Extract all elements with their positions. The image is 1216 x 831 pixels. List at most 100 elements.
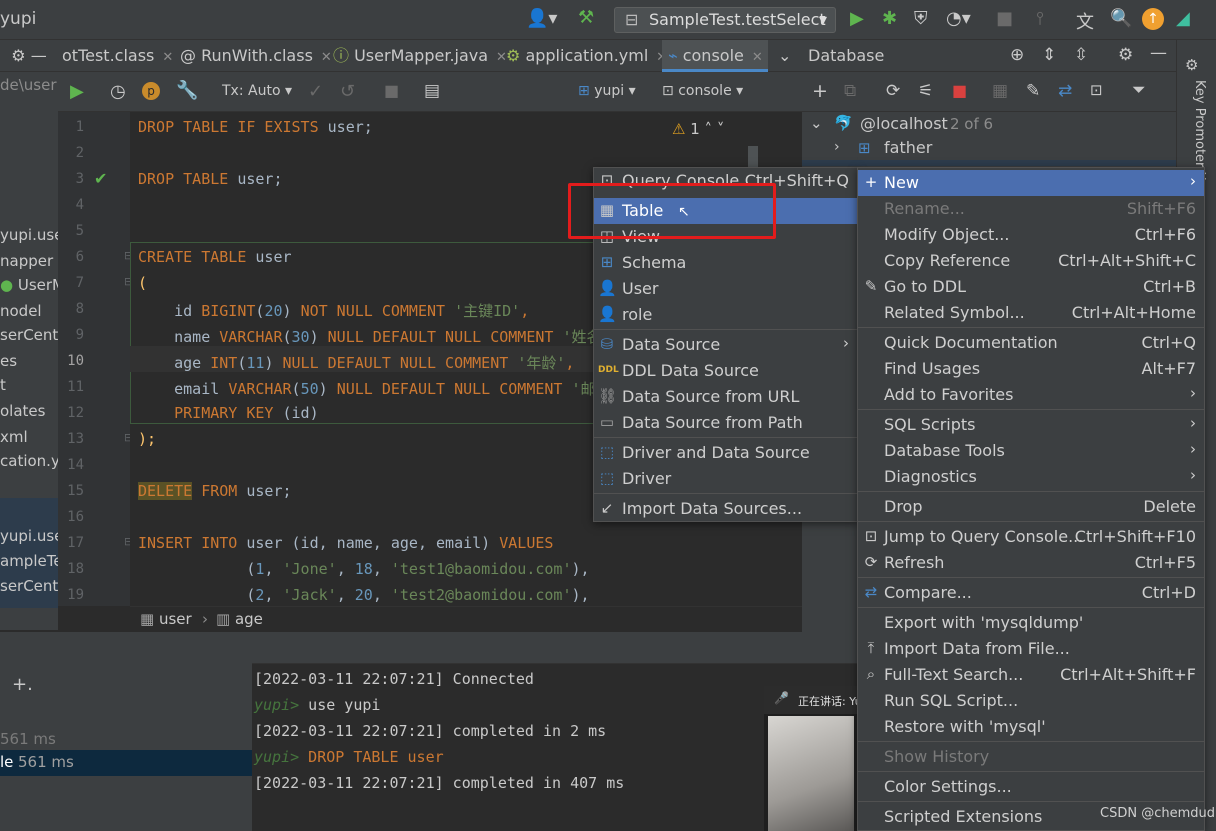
edit-icon[interactable]: ✎ <box>1026 81 1040 101</box>
coverage-icon[interactable]: ⛨ <box>914 8 928 29</box>
project-tree-item[interactable]: cation.y <box>0 452 58 470</box>
compare-icon[interactable]: ⇄ <box>1058 81 1072 101</box>
warnings-indicator[interactable]: ⚠ 1 ˄ ˅ <box>672 120 724 138</box>
menu-item-quick-documentation[interactable]: Quick Documentation Ctrl+Q <box>858 330 1204 356</box>
gear-icon[interactable]: ⚙ <box>1118 45 1133 65</box>
project-tree-item[interactable]: yupi.use <box>0 226 58 244</box>
table-icon[interactable]: ▦ <box>992 81 1008 101</box>
update-icon[interactable]: ↑ <box>1142 8 1164 30</box>
menu-item-modify-object[interactable]: Modify Object... Ctrl+F6 <box>858 222 1204 248</box>
schema-item-father[interactable]: father <box>884 138 932 157</box>
filter-icon[interactable]: ⏷ <box>1132 80 1146 100</box>
copy-icon[interactable]: ⧉ <box>844 81 856 101</box>
menu-item-new[interactable]: + New › <box>858 170 1204 196</box>
menu-item-compare[interactable]: ⇄ Compare... Ctrl+D <box>858 580 1204 606</box>
menu-item-jump-to-query-console[interactable]: ⊡ Jump to Query Console... Ctrl+Shift+F10 <box>858 524 1204 550</box>
collapse-all-icon[interactable]: ⇳ <box>1074 45 1088 65</box>
expand-arrow-icon[interactable]: ⌄ <box>810 114 823 132</box>
plugin-icon[interactable]: ◢ <box>1176 8 1190 29</box>
menu-item-schema[interactable]: ⊞ Schema <box>594 250 857 276</box>
menu-item-database-tools[interactable]: Database Tools › <box>858 438 1204 464</box>
project-tree-item[interactable]: yupi.use <box>0 527 58 545</box>
menu-item-driver-data-source[interactable]: ⬚ Driver and Data Source <box>594 440 857 466</box>
settings-gear-icon[interactable]: ⚙ — <box>0 40 58 72</box>
tabs-overflow-chevron-icon[interactable]: ⌄ <box>778 40 791 72</box>
menu-item-related-symbol[interactable]: Related Symbol... Ctrl+Alt+Home <box>858 300 1204 326</box>
debug-icon[interactable]: ✱ <box>882 8 897 29</box>
expand-all-icon[interactable]: ⇕ <box>1042 45 1056 65</box>
translate-icon[interactable]: 文 <box>1076 8 1094 34</box>
project-tree-item[interactable]: nodel <box>0 302 42 320</box>
add-service-icon[interactable]: +. <box>12 674 33 695</box>
menu-item-refresh[interactable]: ⟳ Refresh Ctrl+F5 <box>858 550 1204 576</box>
menu-item-export-mysqldump[interactable]: Export with 'mysqldump' <box>858 610 1204 636</box>
commit-check-icon[interactable]: ✓ <box>308 81 323 102</box>
wrench-icon[interactable]: 🔧 <box>176 80 198 101</box>
tab-console[interactable]: ⌁ console ✕ <box>662 40 768 72</box>
pin-p-icon[interactable]: p <box>142 82 160 100</box>
session-select[interactable]: ⊡ console ▾ <box>662 83 743 99</box>
breadcrumb-item[interactable]: ▦ user <box>140 610 192 628</box>
rollback-icon[interactable]: ↺ <box>340 81 355 102</box>
menu-item-drop[interactable]: Drop Delete <box>858 494 1204 520</box>
table-view-icon[interactable]: ▤ <box>424 81 440 101</box>
menu-item-go-to-ddl[interactable]: ✎ Go to DDL Ctrl+B <box>858 274 1204 300</box>
editor-scrollbar[interactable] <box>748 146 758 168</box>
menu-item-ddl-data-source[interactable]: DDL DDL Data Source <box>594 358 857 384</box>
breadcrumb-item[interactable]: ▥ age <box>216 610 263 628</box>
vcs-icon[interactable]: ⫯ <box>1036 8 1044 29</box>
menu-item-diagnostics[interactable]: Diagnostics › <box>858 464 1204 490</box>
service-row-selected[interactable]: le 561 ms <box>0 750 252 776</box>
menu-item-data-source-path[interactable]: ▭ Data Source from Path <box>594 410 857 436</box>
execute-icon[interactable]: ▶ <box>70 81 84 102</box>
expand-arrow-icon[interactable]: › <box>834 139 840 155</box>
menu-item-full-text-search[interactable]: ⌕ Full-Text Search... Ctrl+Alt+Shift+F <box>858 662 1204 688</box>
menu-item-show-history[interactable]: Show History <box>858 744 1204 770</box>
tab-ottest[interactable]: otTest.class ✕ <box>62 40 173 72</box>
project-tree-item[interactable]: ampleTe <box>0 552 58 570</box>
project-tree-item[interactable]: serCent <box>0 577 58 595</box>
refresh-icon[interactable]: ⟳ <box>886 81 900 101</box>
menu-item-data-source-url[interactable]: ⛓ Data Source from URL <box>594 384 857 410</box>
menu-item-copy-reference[interactable]: Copy Reference Ctrl+Alt+Shift+C <box>858 248 1204 274</box>
menu-item-restore-mysql[interactable]: Restore with 'mysql' <box>858 714 1204 740</box>
build-hammer-icon[interactable]: ⚒ <box>578 7 594 28</box>
menu-item-user[interactable]: 👤 User <box>594 276 857 302</box>
locate-icon[interactable]: ⊕ <box>1010 45 1024 65</box>
project-tree-item[interactable]: es <box>0 352 17 370</box>
menu-item-sql-scripts[interactable]: SQL Scripts › <box>858 412 1204 438</box>
profile-icon[interactable]: ◔▾ <box>946 8 971 29</box>
disconnect-icon[interactable]: ■ <box>952 81 967 100</box>
close-icon[interactable]: ✕ <box>162 50 173 65</box>
add-icon[interactable]: + <box>812 80 828 102</box>
menu-item-import-data-sources[interactable]: ↙ Import Data Sources... <box>594 496 857 522</box>
run-icon[interactable]: ▶ <box>850 8 864 29</box>
menu-item-import-data[interactable]: ⤒ Import Data from File... <box>858 636 1204 662</box>
close-icon[interactable]: ✕ <box>752 50 763 65</box>
tab-runwith[interactable]: @ RunWith.class ✕ <box>180 40 332 72</box>
close-icon[interactable]: ✕ <box>321 50 332 65</box>
stop-icon[interactable]: ■ <box>996 8 1013 29</box>
schema-sync-icon[interactable]: ⚟ <box>918 81 933 101</box>
project-tree-item[interactable]: t <box>0 376 6 394</box>
project-tree-item[interactable]: ● UserM <box>0 276 58 294</box>
menu-item-data-source[interactable]: ⛁ Data Source › <box>594 332 857 358</box>
datasource-name[interactable]: @localhost <box>860 114 948 133</box>
menu-item-run-sql-script[interactable]: Run SQL Script... <box>858 688 1204 714</box>
menu-item-find-usages[interactable]: Find Usages Alt+F7 <box>858 356 1204 382</box>
project-tree-item[interactable]: serCent <box>0 326 58 344</box>
project-tree-item[interactable]: xml <box>0 428 28 446</box>
schema-select[interactable]: ⊞ yupi ▾ <box>578 83 636 99</box>
user-icon[interactable]: 👤▾ <box>526 8 557 29</box>
project-tree-item[interactable]: olates <box>0 402 45 420</box>
project-name[interactable]: yupi <box>0 9 36 29</box>
history-icon[interactable]: ◷ <box>110 81 126 102</box>
run-config-select[interactable]: ⊟ SampleTest.testSelect ▾ <box>614 7 836 33</box>
project-tree-item[interactable]: napper <box>0 252 53 270</box>
tab-application-yml[interactable]: ⚙ application.yml✕ <box>506 40 667 72</box>
menu-item-color-settings[interactable]: Color Settings... <box>858 774 1204 800</box>
search-icon[interactable]: 🔍 <box>1110 8 1132 29</box>
menu-item-driver[interactable]: ⬚ Driver <box>594 466 857 492</box>
service-row-time[interactable]: 561 ms <box>0 730 56 748</box>
minimize-icon[interactable]: — <box>1150 43 1167 63</box>
